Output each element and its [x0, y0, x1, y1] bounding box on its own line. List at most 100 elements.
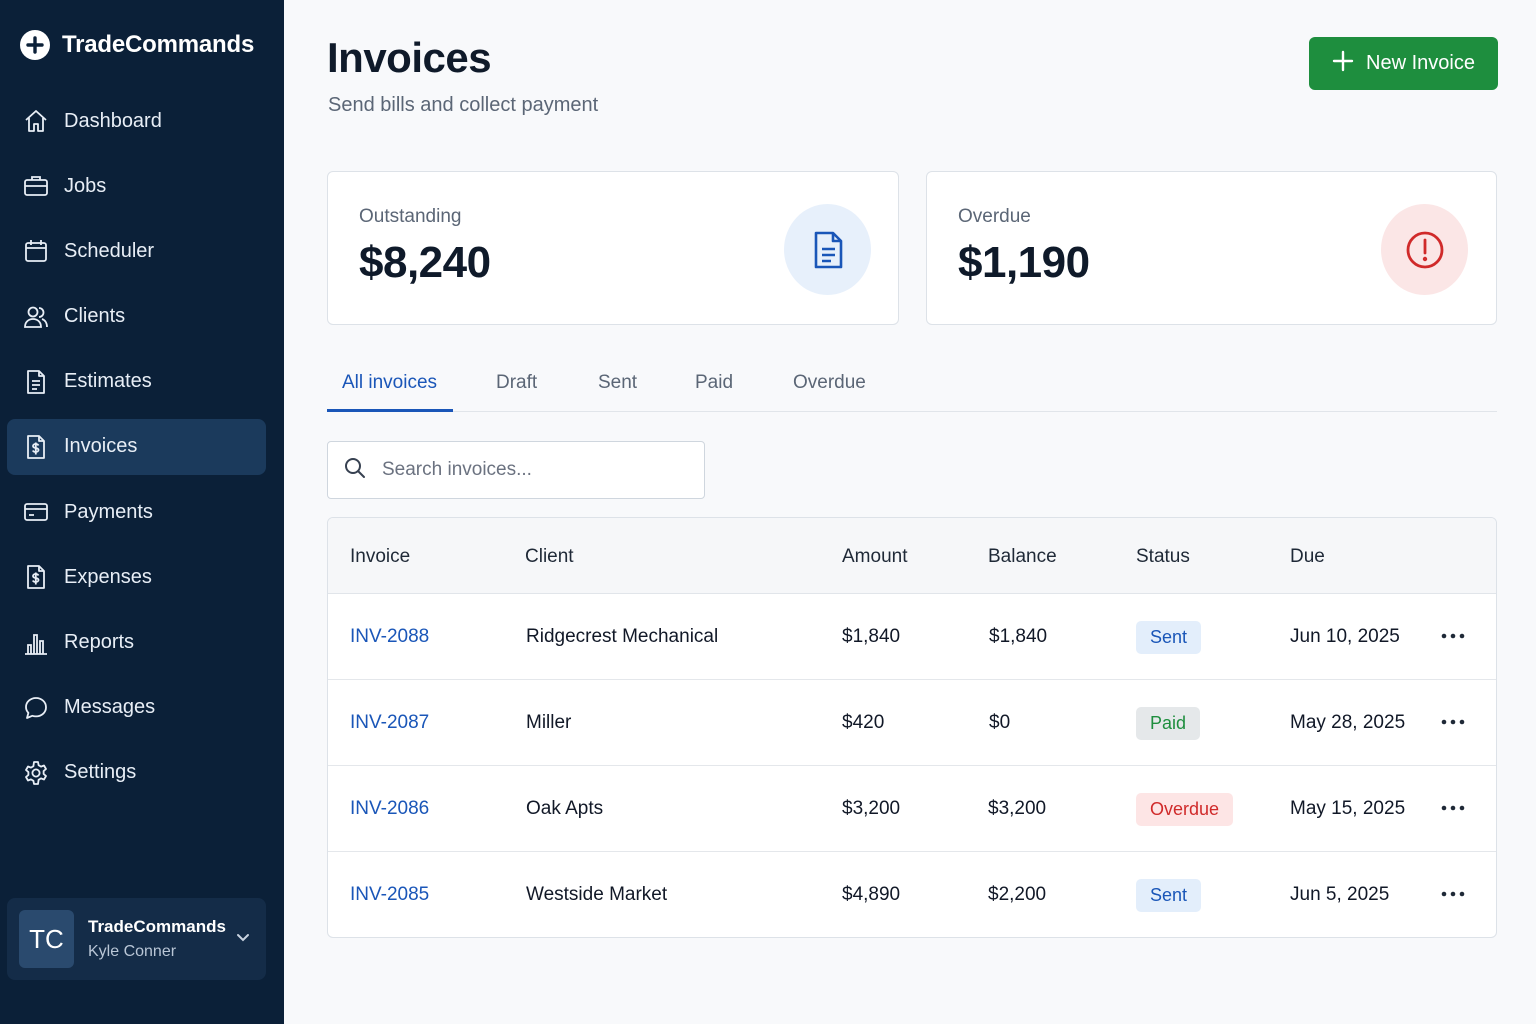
- sidebar-item-jobs[interactable]: Jobs: [7, 158, 266, 214]
- table-row[interactable]: INV-2085 Westside Market $4,890 $2,200 S…: [328, 852, 1496, 937]
- search-icon: [344, 457, 366, 484]
- alert-circle-icon: [1381, 204, 1468, 295]
- sidebar-item-messages[interactable]: Messages: [7, 680, 266, 736]
- more-actions-icon[interactable]: [1438, 710, 1468, 734]
- overdue-card: Overdue $1,190: [926, 171, 1497, 325]
- users-icon: [22, 303, 50, 331]
- brand-name: TradeCommands: [62, 31, 255, 58]
- client-cell: Oak Apts: [526, 798, 604, 819]
- sidebar-nav: Dashboard Jobs Scheduler Clients Estimat…: [7, 93, 266, 810]
- user-info: TradeCommands Kyle Conner: [88, 917, 226, 961]
- outstanding-card: Outstanding $8,240: [327, 171, 899, 325]
- table-row[interactable]: INV-2086 Oak Apts $3,200 $3,200 Overdue …: [328, 766, 1496, 852]
- tab-overdue[interactable]: Overdue: [793, 372, 866, 394]
- search-input[interactable]: [382, 459, 682, 481]
- more-actions-icon[interactable]: [1438, 882, 1468, 906]
- sidebar-item-scheduler[interactable]: Scheduler: [7, 223, 266, 279]
- invoice-number-link[interactable]: INV-2086: [350, 798, 429, 820]
- user-name: Kyle Conner: [88, 943, 177, 960]
- more-actions-icon[interactable]: [1438, 796, 1468, 820]
- user-org: TradeCommands: [88, 917, 226, 936]
- chevron-down-icon: [234, 928, 252, 946]
- receipt-dollar-icon: [22, 563, 50, 591]
- brand[interactable]: TradeCommands: [20, 30, 254, 60]
- client-cell: Miller: [526, 712, 572, 733]
- tab-draft[interactable]: Draft: [496, 372, 537, 394]
- amount-cell: $4,890: [842, 884, 901, 905]
- document-icon: [22, 368, 50, 396]
- column-header-client[interactable]: Client: [525, 546, 574, 568]
- column-header-balance[interactable]: Balance: [988, 546, 1057, 568]
- new-invoice-label: New Invoice: [1366, 52, 1475, 74]
- sidebar-item-label: Invoices: [64, 435, 138, 458]
- invoice-number-link[interactable]: INV-2088: [350, 626, 429, 648]
- calendar-icon: [22, 237, 50, 265]
- due-date-cell: May 15, 2025: [1290, 798, 1406, 819]
- chat-bubble-icon: [22, 694, 50, 722]
- table-row[interactable]: INV-2088 Ridgecrest Mechanical $1,840 $1…: [328, 594, 1496, 680]
- sidebar-item-label: Messages: [64, 696, 156, 719]
- sidebar-item-clients[interactable]: Clients: [7, 289, 266, 345]
- plus-circle-icon: [20, 30, 50, 60]
- sidebar-item-estimates[interactable]: Estimates: [7, 354, 266, 410]
- sidebar-item-payments[interactable]: Payments: [7, 484, 266, 540]
- credit-card-icon: [22, 498, 50, 526]
- sidebar-item-label: Scheduler: [64, 239, 155, 262]
- home-icon: [22, 107, 50, 135]
- invoice-number-link[interactable]: INV-2085: [350, 884, 429, 906]
- sidebar-item-dashboard[interactable]: Dashboard: [7, 93, 266, 149]
- invoice-number-link[interactable]: INV-2087: [350, 712, 429, 734]
- gear-icon: [22, 759, 50, 787]
- sidebar-item-label: Expenses: [64, 565, 152, 588]
- overdue-label: Overdue: [958, 206, 1031, 227]
- sidebar: TradeCommands Dashboard Jobs Scheduler C…: [0, 0, 284, 1024]
- page-title: Invoices: [327, 34, 492, 81]
- sidebar-item-label: Clients: [64, 305, 126, 328]
- more-actions-icon[interactable]: [1438, 624, 1468, 648]
- tab-paid[interactable]: Paid: [695, 372, 733, 394]
- column-header-status[interactable]: Status: [1136, 546, 1190, 568]
- briefcase-icon: [22, 172, 50, 200]
- sidebar-item-expenses[interactable]: Expenses: [7, 549, 266, 605]
- amount-cell: $3,200: [842, 798, 901, 819]
- balance-cell: $2,200: [988, 884, 1047, 905]
- column-header-due[interactable]: Due: [1290, 546, 1325, 568]
- overdue-value: $1,190: [958, 238, 1090, 287]
- balance-cell: $1,840: [989, 626, 1048, 647]
- balance-cell: $0: [989, 712, 1011, 733]
- column-header-invoice[interactable]: Invoice: [350, 546, 410, 568]
- amount-cell: $420: [842, 712, 885, 733]
- due-date-cell: May 28, 2025: [1290, 712, 1406, 733]
- invoices-table: Invoice Client Amount Balance Status Due…: [327, 517, 1497, 938]
- sidebar-item-label: Dashboard: [64, 109, 162, 132]
- balance-cell: $3,200: [988, 798, 1047, 819]
- due-date-cell: Jun 10, 2025: [1290, 626, 1400, 647]
- outstanding-label: Outstanding: [359, 206, 462, 227]
- avatar: TC: [19, 910, 74, 968]
- bar-chart-icon: [22, 629, 50, 657]
- sidebar-item-reports[interactable]: Reports: [7, 615, 266, 671]
- invoice-dollar-icon: [22, 433, 50, 461]
- account-switcher[interactable]: TC TradeCommands Kyle Conner: [7, 898, 266, 980]
- sidebar-item-label: Jobs: [64, 174, 107, 197]
- plus-icon: [1332, 50, 1354, 78]
- client-cell: Ridgecrest Mechanical: [526, 626, 719, 647]
- sidebar-item-invoices[interactable]: Invoices: [7, 418, 266, 475]
- status-badge: Paid: [1136, 707, 1201, 740]
- table-row[interactable]: INV-2087 Miller $420 $0 Paid May 28, 202…: [328, 680, 1496, 766]
- table-header: Invoice Client Amount Balance Status Due: [328, 518, 1496, 594]
- sidebar-item-label: Reports: [64, 631, 135, 653]
- sidebar-item-label: Payments: [64, 500, 153, 523]
- tab-all-invoices[interactable]: All invoices: [342, 372, 437, 394]
- new-invoice-button[interactable]: New Invoice: [1309, 37, 1498, 90]
- outstanding-value: $8,240: [359, 238, 491, 287]
- page-subtitle: Send bills and collect payment: [328, 94, 599, 116]
- search-box[interactable]: [327, 441, 705, 499]
- sidebar-item-settings[interactable]: Settings: [7, 745, 266, 801]
- active-tab-indicator: [327, 409, 453, 412]
- document-icon: [784, 204, 871, 295]
- tab-sent[interactable]: Sent: [598, 372, 637, 394]
- column-header-amount[interactable]: Amount: [842, 546, 907, 568]
- due-date-cell: Jun 5, 2025: [1290, 884, 1390, 905]
- sidebar-item-label: Estimates: [64, 370, 152, 393]
